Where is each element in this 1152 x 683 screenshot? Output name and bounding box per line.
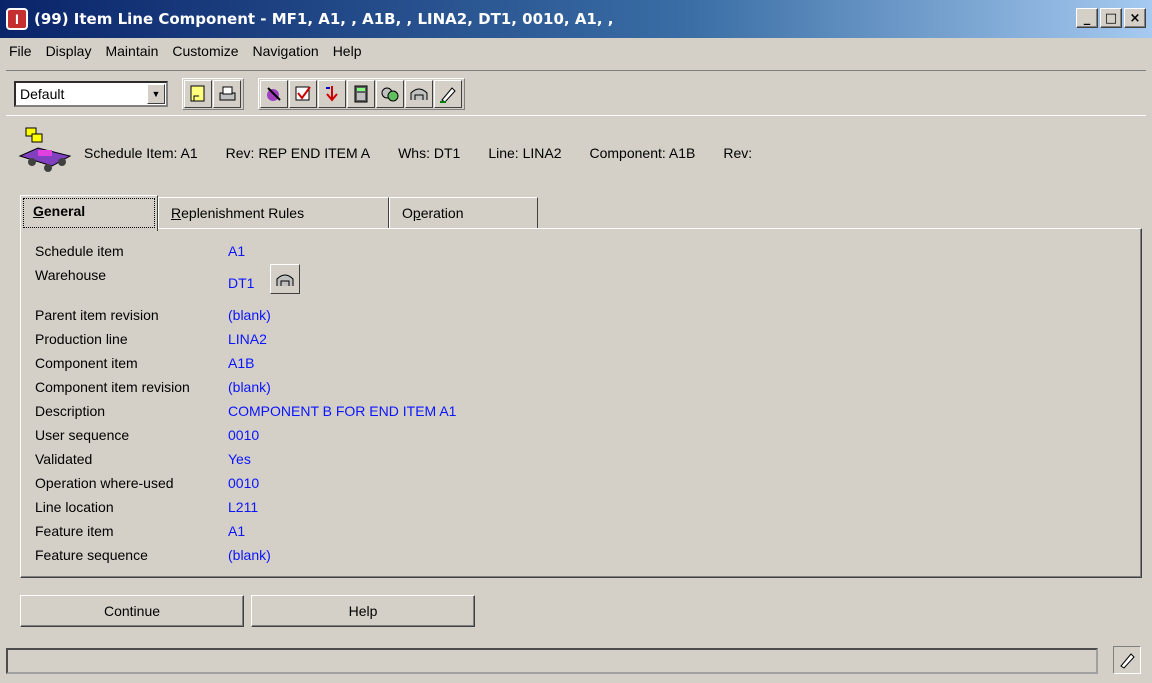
tab-strip: General Replenishment Rules Operation xyxy=(20,195,538,231)
field-component-item-revision: Component item revision (blank) xyxy=(35,375,271,399)
line-info: Line: LINA2 xyxy=(488,145,562,161)
app-icon[interactable]: I xyxy=(6,8,28,30)
title-bar: I (99) Item Line Component - MF1, A1, , … xyxy=(0,0,1152,38)
field-value: (blank) xyxy=(228,547,271,563)
field-operation-where-used: Operation where-used 0010 xyxy=(35,471,259,495)
field-label: Warehouse xyxy=(35,267,107,283)
component-info: Component: A1B xyxy=(589,145,696,161)
field-label: User sequence xyxy=(35,427,130,443)
field-value: LINA2 xyxy=(228,331,267,347)
menu-customize[interactable]: Customize xyxy=(165,40,245,62)
transfer-icon[interactable] xyxy=(376,80,404,108)
warehouse-lookup-button[interactable] xyxy=(270,264,300,294)
field-label: Production line xyxy=(35,331,128,347)
continue-button[interactable]: Continue xyxy=(20,595,244,627)
field-label: Feature sequence xyxy=(35,547,148,563)
help-button[interactable]: Help xyxy=(251,595,475,627)
tab-operation-label: eration xyxy=(420,205,464,221)
tab-general-mnemonic: G xyxy=(33,203,44,219)
field-value: A1 xyxy=(228,243,246,259)
view-select[interactable]: Default ▼ xyxy=(14,81,168,107)
field-value: DT1 xyxy=(228,275,255,291)
maximize-button[interactable]: □ xyxy=(1100,8,1122,28)
tab-replenishment-label: eplenishment Rules xyxy=(181,205,305,221)
field-value: L211 xyxy=(228,499,259,515)
field-value: A1B xyxy=(228,355,255,371)
component-rev-info: Rev: xyxy=(723,145,753,161)
tab-operation-mnemonic: p xyxy=(412,205,421,221)
menu-navigation[interactable]: Navigation xyxy=(246,40,326,62)
field-warehouse-value: DT1 xyxy=(228,271,254,295)
window-title: (99) Item Line Component - MF1, A1, , A1… xyxy=(34,10,614,28)
toolbar: Default ▼ xyxy=(6,70,1146,116)
field-parent-item-revision: Parent item revision (blank) xyxy=(35,303,271,327)
tab-general-label: eneral xyxy=(43,203,86,219)
field-label: Validated xyxy=(35,451,93,467)
field-description: Description COMPONENT B FOR END ITEM A1 xyxy=(35,399,456,423)
view-select-value: Default xyxy=(20,86,65,102)
field-label: Description xyxy=(35,403,106,419)
tab-replenishment-rules[interactable]: Replenishment Rules xyxy=(158,197,389,229)
menu-maintain[interactable]: Maintain xyxy=(98,40,165,62)
field-label: Line location xyxy=(35,499,114,515)
field-line-location: Line location L211 xyxy=(35,495,258,519)
tab-operation[interactable]: Operation xyxy=(389,197,538,229)
schedule-item-info: Schedule Item: A1 xyxy=(84,145,198,161)
field-value: 0010 xyxy=(228,427,260,443)
warehouse-icon[interactable] xyxy=(405,80,433,108)
field-value: COMPONENT B FOR END ITEM A1 xyxy=(228,403,457,419)
edit-icon[interactable] xyxy=(434,80,462,108)
field-schedule-item: Schedule item A1 xyxy=(35,239,245,263)
field-label: Component item revision xyxy=(35,379,190,395)
field-feature-item: Feature item A1 xyxy=(35,519,245,543)
edit-icon[interactable] xyxy=(1113,646,1141,674)
print-icon[interactable] xyxy=(213,80,241,108)
check-icon[interactable] xyxy=(289,80,317,108)
field-value: (blank) xyxy=(228,307,271,323)
menu-bar: File Display Maintain Customize Navigati… xyxy=(0,40,368,62)
menu-help[interactable]: Help xyxy=(326,40,369,62)
status-bar xyxy=(6,648,1098,674)
field-label: Component item xyxy=(35,355,138,371)
schedule-item-icon xyxy=(18,126,72,176)
close-button[interactable]: × xyxy=(1124,8,1146,28)
minimize-button[interactable]: _ xyxy=(1076,8,1098,28)
notes-icon[interactable] xyxy=(184,80,212,108)
field-label: Schedule item xyxy=(35,243,124,259)
tab-general[interactable]: General xyxy=(20,195,158,231)
calculator-icon[interactable] xyxy=(347,80,375,108)
field-user-sequence: User sequence 0010 xyxy=(35,423,259,447)
item-info-header: Schedule Item: A1 Rev: REP END ITEM A Wh… xyxy=(84,145,780,161)
field-production-line: Production line LINA2 xyxy=(35,327,267,351)
download-icon[interactable] xyxy=(318,80,346,108)
field-warehouse: Warehouse xyxy=(35,263,228,287)
general-panel: Schedule item A1 Warehouse DT1 Parent it… xyxy=(20,228,1142,578)
field-label: Feature item xyxy=(35,523,114,539)
field-value: 0010 xyxy=(228,475,260,491)
warehouse-icon xyxy=(276,274,294,286)
menu-display[interactable]: Display xyxy=(39,40,99,62)
field-label: Parent item revision xyxy=(35,307,159,323)
field-value: Yes xyxy=(228,451,251,467)
field-component-item: Component item A1B xyxy=(35,351,254,375)
field-value: A1 xyxy=(228,523,246,539)
rev-info: Rev: REP END ITEM A xyxy=(225,145,371,161)
field-validated: Validated Yes xyxy=(35,447,251,471)
tab-replenishment-mnemonic: R xyxy=(171,205,182,221)
field-value: (blank) xyxy=(228,379,271,395)
tab-operation-prefix: O xyxy=(402,205,413,221)
menu-file[interactable]: File xyxy=(0,40,39,62)
wizard-icon[interactable] xyxy=(260,80,288,108)
warehouse-info: Whs: DT1 xyxy=(398,145,461,161)
chevron-down-icon[interactable]: ▼ xyxy=(147,84,165,104)
field-label: Operation where-used xyxy=(35,475,174,491)
field-feature-sequence: Feature sequence (blank) xyxy=(35,543,271,567)
